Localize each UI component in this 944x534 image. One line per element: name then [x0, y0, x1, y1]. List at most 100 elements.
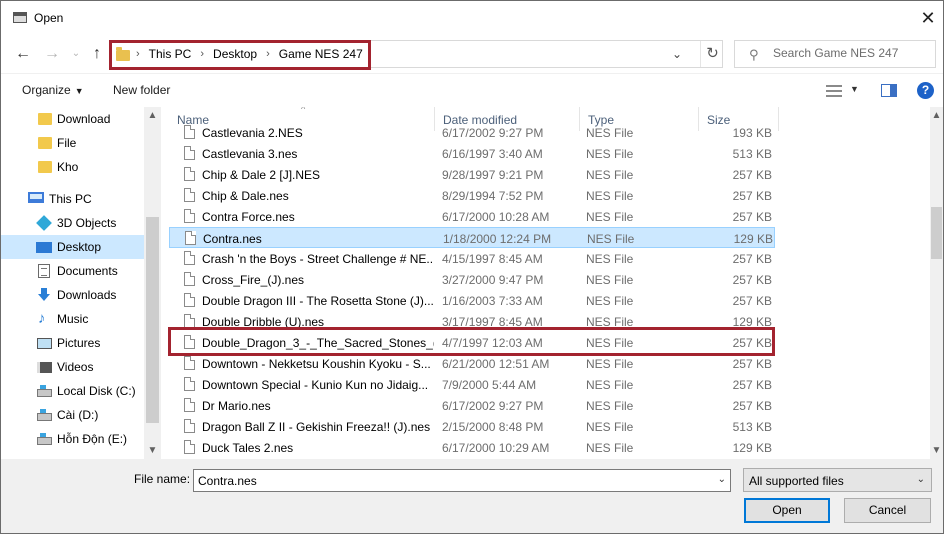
scrollbar-thumb[interactable] [931, 207, 942, 259]
caret-down-icon[interactable]: ▼ [850, 84, 859, 94]
file-row[interactable]: Chip & Dale 2 [J].NES 9/28/1997 9:21 PM NE… [169, 164, 775, 185]
forward-arrow-icon[interactable]: → [42, 44, 62, 64]
search-box[interactable]: ⚲ [734, 40, 936, 68]
file-row[interactable]: Castlevania 3.nes 6/16/1997 3:40 AM NES Fi… [169, 143, 775, 164]
downloads-icon [37, 288, 51, 302]
nav-item-cai-d[interactable]: Cài (D:) [1, 403, 144, 427]
file-type-value: All supported files [749, 474, 844, 488]
file-row[interactable]: Cross_Fire_(J).nes 3/27/2000 9:47 PM NES F… [169, 269, 775, 290]
file-icon [184, 125, 195, 139]
nav-item-label: File [57, 136, 77, 150]
file-icon [184, 146, 195, 160]
file-row[interactable]: Chip & Dale.nes 8/29/1994 7:52 PM NES File… [169, 185, 775, 206]
chevron-down-icon[interactable]: ⌄ [718, 474, 726, 485]
search-icon: ⚲ [749, 47, 759, 62]
search-input[interactable] [773, 46, 931, 60]
scroll-up-icon[interactable]: ▲ [144, 107, 161, 124]
file-row[interactable]: Contra Force.nes 6/17/2000 10:28 AM NES Fi… [169, 206, 775, 227]
file-icon [184, 398, 195, 412]
file-row[interactable]: Dr Mario.nes 6/17/2002 9:27 PM NES File 257… [169, 395, 775, 416]
close-icon[interactable]: ✕ [917, 7, 939, 29]
file-icon [184, 293, 195, 307]
cancel-button[interactable]: Cancel [844, 498, 931, 523]
file-row[interactable]: Contra.nes 1/18/2000 12:24 PM NES File 129 … [169, 227, 775, 248]
file-name: Castlevania 2.NES [202, 126, 303, 140]
address-bar[interactable]: › This PC › Desktop › Game NES 247 ⌄ ↻ [109, 40, 724, 70]
file-name-input[interactable] [198, 474, 698, 488]
file-icon [184, 377, 195, 391]
file-row[interactable]: Castlevania 2.NES 6/17/2002 9:27 PM NES Fi… [169, 122, 775, 143]
file-name: Cross_Fire_(J).nes [202, 273, 305, 287]
file-size: 257 KB [732, 399, 772, 413]
file-name: Duck Tales 2.nes [202, 441, 294, 455]
file-name-combobox[interactable]: ⌄ [193, 469, 731, 492]
refresh-icon[interactable]: ↻ [700, 41, 724, 67]
nav-item-videos[interactable]: Videos [1, 355, 144, 379]
nav-item-desktop[interactable]: Desktop [1, 235, 144, 259]
app-icon [13, 12, 27, 23]
file-name: Crash 'n the Boys - Street Challenge # N… [202, 252, 434, 266]
3d-objects-icon [36, 215, 52, 231]
nav-item-download[interactable]: Download [1, 107, 144, 131]
file-row[interactable]: Double Dragon III - The Rosetta Stone (J… [169, 290, 775, 311]
open-button[interactable]: Open [744, 498, 830, 523]
file-type: NES File [586, 273, 634, 287]
file-row[interactable]: Duck Tales 2.nes 6/17/2000 10:29 AM NES Fi… [169, 437, 775, 458]
file-size: 257 KB [732, 378, 772, 392]
chevron-down-icon[interactable]: ⌄ [668, 45, 686, 63]
nav-item-label: Pictures [57, 336, 101, 350]
nav-item-documents[interactable]: Documents [1, 259, 144, 283]
file-icon [184, 440, 195, 454]
file-date: 6/21/2000 12:51 AM [442, 357, 550, 371]
nav-item-local-disk-c[interactable]: Local Disk (C:) [1, 379, 144, 403]
file-date: 8/29/1994 7:52 PM [442, 189, 544, 203]
scroll-up-icon[interactable]: ▲ [930, 107, 943, 124]
file-name: Downtown - Nekketsu Koushin Kyoku - S... [202, 357, 431, 371]
recent-locations-icon[interactable]: ⌄ [66, 44, 86, 64]
file-row[interactable]: Dragon Ball Z II - Gekishin Freeza!! (J)… [169, 416, 775, 437]
command-bar: Organize ▼ New folder ▼ ? [1, 73, 943, 107]
file-size: 257 KB [732, 168, 772, 182]
nav-item-file[interactable]: File [1, 131, 144, 155]
nav-item-kho[interactable]: Kho [1, 155, 144, 179]
file-date: 6/17/2002 9:27 PM [442, 399, 544, 413]
nav-item-music[interactable]: ♪ Music [1, 307, 144, 331]
nav-item-downloads[interactable]: Downloads [1, 283, 144, 307]
back-arrow-icon[interactable]: ← [13, 44, 33, 64]
file-date: 7/9/2000 5:44 AM [442, 378, 537, 392]
nav-item-label: Desktop [57, 240, 102, 254]
scroll-down-icon[interactable]: ▼ [930, 442, 943, 459]
file-row[interactable]: Downtown - Nekketsu Koushin Kyoku - S...… [169, 353, 775, 374]
nav-item-this-pc[interactable]: This PC [1, 187, 144, 211]
file-name: Castlevania 3.nes [202, 147, 298, 161]
file-row[interactable]: Crash 'n the Boys - Street Challenge # N… [169, 248, 775, 269]
up-arrow-icon[interactable]: ↑ [87, 44, 107, 64]
sort-ascending-icon: ^ [301, 107, 306, 114]
file-name: Contra.nes [203, 232, 262, 246]
nav-pane-scrollbar[interactable]: ▲ ▼ [144, 107, 161, 459]
nav-item-3d-objects[interactable]: 3D Objects [1, 211, 144, 235]
scroll-down-icon[interactable]: ▼ [144, 442, 161, 459]
file-list: ^ Name Date modified Type Size Castlevan… [169, 107, 931, 459]
organize-button[interactable]: Organize ▼ [22, 83, 84, 97]
scrollbar-thumb[interactable] [146, 217, 159, 423]
file-icon [184, 314, 195, 328]
file-type-select[interactable]: All supported files ⌄ [743, 468, 932, 492]
file-date: 6/17/2002 9:27 PM [442, 126, 544, 140]
navigation-bar: ← → ⌄ ↑ › This PC › Desktop › Game NES 2… [1, 35, 943, 73]
new-folder-button[interactable]: New folder [113, 83, 170, 97]
file-list-scrollbar[interactable]: ▲ ▼ [930, 107, 943, 459]
nav-item-label: Cài (D:) [57, 408, 99, 422]
selected-row-highlight-box [168, 327, 775, 356]
details-view-icon[interactable] [826, 85, 842, 97]
chevron-down-icon: ⌄ [916, 474, 925, 485]
file-date: 6/17/2000 10:29 AM [442, 441, 550, 455]
nav-item-label: This PC [49, 192, 92, 206]
file-row[interactable]: Downtown Special - Kunio Kun no Jidaig..… [169, 374, 775, 395]
nav-item-hon-don-e[interactable]: Hỗn Độn (E:) [1, 427, 144, 451]
nav-item-label: Local Disk (C:) [57, 384, 136, 398]
help-icon[interactable]: ? [917, 82, 934, 99]
disk-icon [37, 385, 52, 397]
preview-pane-icon[interactable] [881, 84, 897, 97]
nav-item-pictures[interactable]: Pictures [1, 331, 144, 355]
